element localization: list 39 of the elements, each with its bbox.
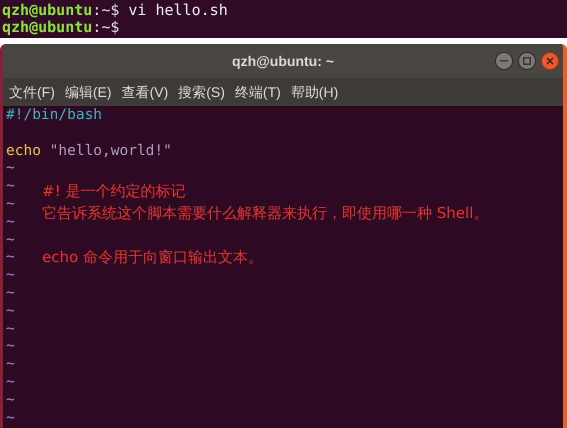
close-icon — [546, 57, 554, 65]
empty-line-marker: ~ — [6, 284, 15, 301]
maximize-button[interactable] — [518, 52, 536, 70]
minimize-button[interactable] — [495, 52, 513, 70]
empty-line-marker: ~ — [6, 320, 15, 337]
empty-line-marker: ~ — [6, 410, 15, 426]
empty-line-marker: ~ — [6, 214, 15, 230]
code-line: #!/bin/bash — [6, 107, 102, 123]
maximize-icon — [523, 57, 531, 65]
menu-item[interactable]: 查看(V) — [122, 82, 168, 102]
annotation-text: #! 是一个约定的标记 — [42, 182, 186, 200]
empty-line-marker: ~ — [6, 338, 15, 354]
minimize-icon — [500, 60, 508, 62]
empty-line-marker: ~ — [6, 249, 15, 266]
window-title: qzh@ubuntu: ~ — [232, 52, 334, 71]
menu-item[interactable]: 文件(F) — [9, 82, 55, 102]
menu-item[interactable]: 搜索(S) — [178, 82, 225, 102]
close-button[interactable] — [541, 52, 559, 70]
annotation-text: 它告诉系统这个脚本需要什么解释器来执行，即使用哪一种 Shell。 — [42, 204, 488, 222]
prompt-user: qzh@ubuntu — [2, 2, 92, 19]
empty-line-marker: ~ — [6, 302, 15, 319]
annotation-text: echo 命令用于向窗口输出文本。 — [42, 248, 263, 266]
command-text: vi hello.sh — [128, 2, 228, 19]
code-keyword: echo — [6, 142, 41, 159]
prompt-user: qzh@ubuntu — [2, 19, 92, 36]
code-string: "hello,world!" — [50, 142, 172, 159]
empty-line-marker: ~ — [6, 267, 15, 284]
menu-item[interactable]: 帮助(H) — [290, 82, 338, 102]
prompt-path: :~$ — [92, 19, 120, 36]
empty-line-marker: ~ — [6, 178, 15, 194]
empty-line-marker: ~ — [6, 374, 15, 390]
empty-line-marker: ~ — [6, 232, 15, 248]
menu-item[interactable]: 编辑(E) — [64, 82, 112, 102]
empty-line-marker: ~ — [6, 392, 15, 408]
menu-item[interactable]: 终端(T) — [234, 82, 281, 102]
prompt-path: :~$ — [92, 2, 120, 19]
empty-line-marker: ~ — [6, 196, 15, 212]
empty-line-marker: ~ — [6, 160, 15, 176]
empty-line-marker: ~ — [6, 356, 15, 372]
